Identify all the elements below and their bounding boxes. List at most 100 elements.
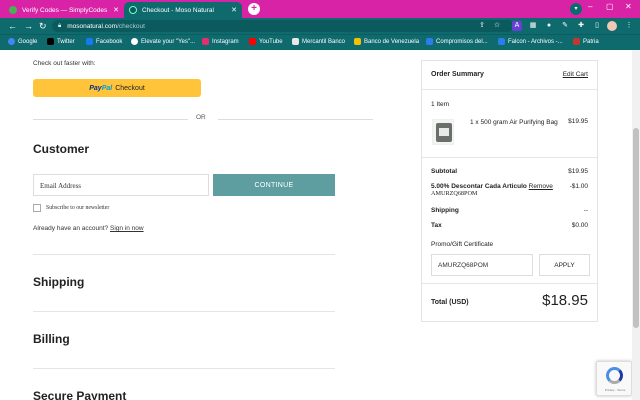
tab-search-icon[interactable]: ▾ xyxy=(570,3,582,15)
paypal-pay-text: Pay xyxy=(89,84,102,92)
extension-pen-icon[interactable]: ✎ xyxy=(560,21,570,31)
share-icon[interactable]: ⇪ xyxy=(477,21,487,31)
order-summary: Order Summary Edit Cart 1 Item 1 x 500 g… xyxy=(421,60,598,322)
or-divider: OR xyxy=(33,114,373,124)
items-count: 1 Item xyxy=(431,101,450,108)
scrollbar-thumb[interactable] xyxy=(633,128,639,328)
product-name: 1 x 500 gram Air Purifying Bag xyxy=(470,119,558,126)
side-panel-icon[interactable]: ▯ xyxy=(592,21,602,31)
tab-checkout[interactable]: Checkout - Moso Natural ✕ xyxy=(124,2,242,18)
order-summary-title: Order Summary xyxy=(431,71,484,78)
close-tab-icon[interactable]: ✕ xyxy=(113,6,119,14)
profile-avatar[interactable] xyxy=(607,21,617,31)
paypal-checkout-text: Checkout xyxy=(115,84,145,92)
youtube-icon xyxy=(249,38,256,45)
menu-kebab-icon[interactable]: ⋮ xyxy=(624,21,634,31)
shipping-value: -- xyxy=(583,207,588,214)
paypal-checkout-button[interactable]: Pay Pal Checkout xyxy=(33,79,201,97)
section-divider xyxy=(33,254,335,255)
section-divider xyxy=(33,311,335,312)
payment-heading[interactable]: Secure Payment xyxy=(33,389,126,400)
divider-line xyxy=(33,119,188,120)
tax-value: $0.00 xyxy=(571,222,588,229)
have-account-label: Already have an account? xyxy=(33,225,109,232)
bookmark-facebook[interactable]: Facebook xyxy=(86,38,122,45)
bookmark-falcon[interactable]: Falcon - Archivos -... xyxy=(498,38,563,45)
billing-heading[interactable]: Billing xyxy=(33,332,70,346)
bank-icon xyxy=(354,38,361,45)
promo-label: Promo/Gift Certificate xyxy=(431,241,494,248)
tab-title: Verify Codes — SimplyCodes xyxy=(22,6,108,14)
tax-label: Tax xyxy=(431,222,442,229)
bookmark-star-icon[interactable]: ☆ xyxy=(492,21,502,31)
subtotal-label: Subtotal xyxy=(431,168,457,175)
shipping-heading[interactable]: Shipping xyxy=(33,275,84,289)
moso-favicon-icon xyxy=(129,6,137,14)
edit-cart-link[interactable]: Edit Cart xyxy=(563,71,588,78)
x-icon xyxy=(47,38,54,45)
page-scrollbar[interactable] xyxy=(632,50,640,400)
discount-code: AMURZQ68POM xyxy=(431,190,478,197)
close-window-icon[interactable]: ✕ xyxy=(625,2,632,11)
sign-in-link[interactable]: Sign in now xyxy=(110,225,144,232)
url-path: /checkout xyxy=(117,22,145,30)
summary-divider xyxy=(422,89,597,90)
bookmark-google[interactable]: Google xyxy=(8,38,37,45)
bookmark-twitter[interactable]: Twitter xyxy=(47,38,75,45)
checkout-faster-text: Check out faster with: xyxy=(33,60,96,67)
divider-line xyxy=(218,119,373,120)
close-tab-icon[interactable]: ✕ xyxy=(231,6,237,14)
summary-divider xyxy=(422,157,597,158)
bookmark-mercantil[interactable]: Mercantil Banco xyxy=(292,38,345,45)
newsletter-option[interactable]: Subscribe to our newsletter xyxy=(33,204,109,212)
remove-discount-link[interactable]: Remove xyxy=(529,183,553,190)
bookmarks-bar: Google Twitter Facebook Elevate your "Ye… xyxy=(0,34,640,50)
bookmark-elevate[interactable]: Elevate your "Yes"... xyxy=(131,38,195,45)
paypal-pal-text: Pal xyxy=(101,84,113,92)
email-field[interactable]: Email Address xyxy=(33,174,209,196)
total-value: $18.95 xyxy=(542,292,588,309)
tab-verify-codes[interactable]: Verify Codes — SimplyCodes ✕ xyxy=(4,2,124,18)
extension-circle-icon[interactable]: ● xyxy=(544,21,554,31)
have-account-text: Already have an account? Sign in now xyxy=(33,225,144,232)
forward-icon[interactable]: → xyxy=(24,20,33,32)
bookmark-banco-venezuela[interactable]: Banco de Venezuela xyxy=(354,38,419,45)
product-price: $19.95 xyxy=(568,118,588,125)
patria-icon xyxy=(573,38,580,45)
google-icon xyxy=(8,38,15,45)
browser-tab-bar: Verify Codes — SimplyCodes ✕ Checkout - … xyxy=(0,0,640,18)
apply-button[interactable]: APPLY xyxy=(539,254,590,276)
tab-title: Checkout - Moso Natural xyxy=(142,6,214,14)
extension-grid-icon[interactable]: ▦ xyxy=(528,21,538,31)
globe-icon xyxy=(131,38,138,45)
discount-row: 5.00% Descontar Cada Articulo Remove AMU… xyxy=(431,183,553,197)
bookmark-instagram[interactable]: Instagram xyxy=(202,38,239,45)
minimize-icon[interactable]: – xyxy=(588,2,592,11)
promo-code-input[interactable]: AMURZQ68POM xyxy=(431,254,533,276)
bag-label-icon xyxy=(439,128,449,136)
reload-icon[interactable]: ↻ xyxy=(39,20,47,32)
discount-label: 5.00% Descontar Cada Articulo xyxy=(431,183,527,190)
browser-toolbar: ← → ↻ 🔒︎ mosonatural.com/checkout ⇪ ☆ A … xyxy=(0,18,640,34)
or-text: OR xyxy=(196,114,206,121)
simplycodes-favicon-icon xyxy=(9,6,17,14)
back-icon[interactable]: ← xyxy=(8,20,17,32)
site-icon xyxy=(426,38,433,45)
maximize-icon[interactable]: ▢ xyxy=(606,2,614,11)
total-label: Total (USD) xyxy=(431,299,469,306)
bookmark-youtube[interactable]: YouTube xyxy=(249,38,283,45)
bookmark-patria[interactable]: Patria xyxy=(573,38,599,45)
newsletter-checkbox[interactable] xyxy=(33,204,41,212)
newsletter-label: Subscribe to our newsletter xyxy=(46,205,110,211)
section-divider xyxy=(33,368,335,369)
bookmark-compromisos[interactable]: Compromisos del... xyxy=(426,38,488,45)
recaptcha-badge[interactable]: Privacy - Terms xyxy=(596,361,632,396)
extensions-puzzle-icon[interactable]: ✚ xyxy=(576,21,586,31)
extension-a-icon[interactable]: A xyxy=(512,21,522,31)
facebook-icon xyxy=(86,38,93,45)
folder-icon xyxy=(292,38,299,45)
recaptcha-terms: Privacy - Terms xyxy=(604,388,626,392)
new-tab-button[interactable]: + xyxy=(248,3,260,15)
continue-button[interactable]: CONTINUE xyxy=(213,174,335,196)
address-bar[interactable]: 🔒︎ mosonatural.com/checkout xyxy=(52,20,514,32)
